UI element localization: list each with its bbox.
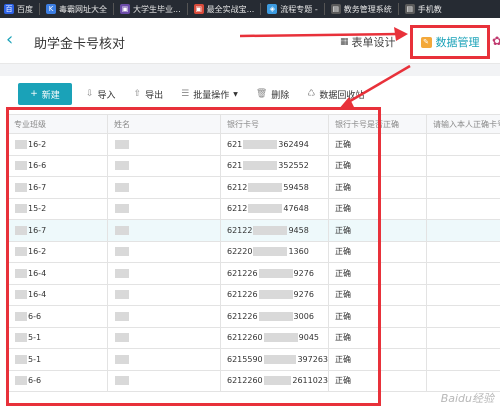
tab-form-design[interactable]: ▦ 表单设计 bbox=[340, 34, 396, 50]
recycle-icon: ♺ bbox=[307, 89, 316, 99]
app-header: ‹ 助学金卡号核对 ▦ 表单设计 ✎ 数据管理 ✿ bbox=[0, 18, 500, 79]
correct-card-cell[interactable] bbox=[427, 199, 500, 220]
delete-button[interactable]: 🗑 删除 bbox=[256, 88, 289, 101]
batch-icon: ☰ bbox=[181, 89, 190, 99]
form-design-icon: ▦ bbox=[340, 37, 349, 47]
bookmark-graduate[interactable]: ▣ 大学生毕业... bbox=[120, 4, 187, 15]
correct-card-cell[interactable] bbox=[427, 349, 500, 370]
bookmark-page-icon: ◈ bbox=[267, 4, 278, 14]
bookmark-folder-icon: ▣ bbox=[193, 4, 204, 14]
plus-icon: + bbox=[30, 89, 38, 99]
batch-button[interactable]: ☰ 批量操作 ▼ bbox=[181, 88, 238, 101]
caret-down-icon: ▼ bbox=[233, 90, 238, 98]
bookmark-baidu[interactable]: 百百度 bbox=[4, 4, 39, 15]
bookmark-duba[interactable]: K 毒霸网址大全 bbox=[46, 4, 113, 15]
import-button[interactable]: ⇩ 导入 bbox=[86, 88, 116, 101]
bookmark-mobile[interactable]: ▤ 手机教 bbox=[404, 4, 448, 15]
correct-card-cell[interactable] bbox=[427, 156, 500, 177]
bookmark-separator bbox=[113, 3, 114, 15]
bookmark-academic[interactable]: ▤ 教务管理系统 bbox=[330, 4, 398, 15]
trash-icon: 🗑 bbox=[255, 89, 268, 99]
bookmark-page-icon: ▤ bbox=[330, 4, 341, 14]
correct-card-cell[interactable] bbox=[427, 371, 500, 392]
new-button[interactable]: + 新建 bbox=[18, 83, 72, 105]
bookmark-process[interactable]: ◈ 流程专题 - bbox=[267, 4, 323, 15]
correct-card-cell[interactable] bbox=[427, 328, 500, 349]
import-icon: ⇩ bbox=[86, 89, 94, 99]
bookmark-separator bbox=[397, 3, 399, 15]
bookmark-separator bbox=[323, 3, 325, 15]
correct-card-cell[interactable] bbox=[427, 285, 500, 306]
back-chevron-icon[interactable]: ‹ bbox=[6, 31, 20, 49]
correct-card-cell[interactable] bbox=[427, 263, 500, 284]
correct-card-cell[interactable] bbox=[427, 134, 500, 155]
export-button[interactable]: ⇧ 导出 bbox=[134, 88, 164, 101]
export-icon: ⇧ bbox=[133, 89, 142, 99]
recycle-button[interactable]: ♺ 数据回收站 bbox=[307, 88, 364, 101]
bookmark-separator bbox=[39, 3, 40, 15]
correct-card-cell[interactable] bbox=[427, 306, 500, 327]
bookmark-duba-icon: K bbox=[46, 4, 56, 14]
bookmarks-bar: 百百度 K 毒霸网址大全 ▣ 大学生毕业... ▣ 最全实战宝... ◈ 流程专题 - … bbox=[0, 0, 500, 18]
correct-card-cell[interactable] bbox=[427, 242, 500, 263]
bookmark-baidu-icon: 百 bbox=[4, 4, 14, 14]
screenshot-root: 百百度 K 毒霸网址大全 ▣ 大学生毕业... ▣ 最全实战宝... ◈ 流程专题 - … bbox=[0, 0, 500, 412]
page-title: 助学金卡号核对 bbox=[34, 37, 126, 52]
content-gap bbox=[0, 64, 500, 76]
bookmark-separator bbox=[186, 3, 188, 15]
bookmark-page-icon: ▤ bbox=[404, 4, 415, 14]
correct-card-cell[interactable] bbox=[427, 220, 500, 241]
bookmark-separator bbox=[260, 3, 262, 15]
column-header[interactable]: 请输入本人正确卡号 bbox=[427, 115, 500, 133]
annotation-table-box bbox=[6, 107, 381, 406]
data-management-icon: ✎ bbox=[420, 36, 432, 48]
bookmark-practice[interactable]: ▣ 最全实战宝... bbox=[193, 4, 261, 15]
bookmark-folder-icon: ▣ bbox=[120, 4, 130, 14]
watermark: Baidu经验 bbox=[440, 392, 494, 405]
gear-icon[interactable]: ✿ bbox=[492, 34, 500, 48]
tab-data-management[interactable]: ✎ 数据管理 bbox=[410, 25, 490, 59]
correct-card-cell[interactable] bbox=[427, 177, 500, 198]
